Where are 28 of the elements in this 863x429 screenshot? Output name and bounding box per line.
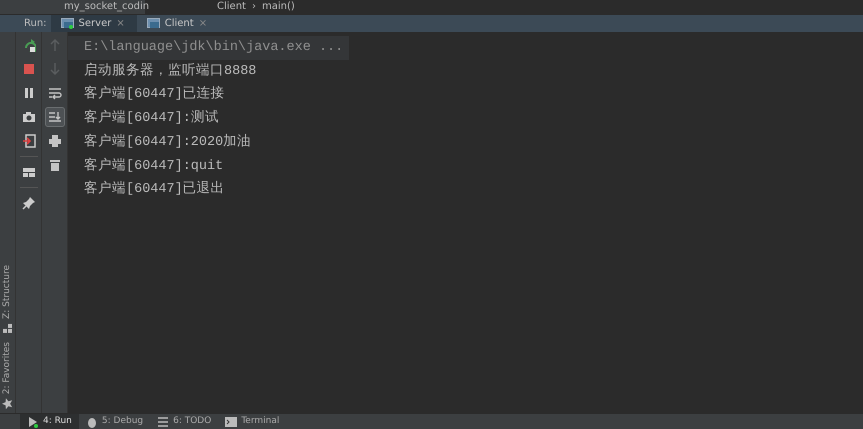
scroll-to-end-icon[interactable] [46,108,64,126]
tool-window-tab[interactable]: Terminal [218,414,286,429]
play-icon [27,416,39,428]
breadcrumb-item[interactable]: main() [262,2,295,12]
pin-icon[interactable] [20,194,38,212]
tool-window-tab[interactable]: 4: Run [20,414,79,429]
console-output-line: 客户端[60447]已退出 [84,182,225,198]
panel-label: Run: [23,17,48,31]
side-tab[interactable]: 2: Favorites [0,338,15,413]
console-output-line: 启动服务器，监听端口8888 [84,64,256,79]
star-icon [2,398,13,409]
console-icon [146,18,160,29]
tool-window-tab[interactable]: 6: TODO [150,414,218,429]
console-icon [60,18,74,29]
tool-window-tab[interactable]: 5: Debug [78,414,150,429]
close-icon[interactable]: × [198,16,208,31]
breadcrumb-separator: › [252,2,256,12]
console-output-line: 客户端[60447]:quit [84,158,224,174]
breadcrumb-item[interactable]: Client [217,2,246,12]
run-tab[interactable]: Server × [50,15,137,32]
side-tab[interactable]: Z: Structure [0,260,15,338]
console-output-line: 客户端[60447]:测试 [84,111,219,126]
console-output-line: 客户端[60447]已连接 [84,87,225,102]
list-icon [157,416,170,428]
run-tab[interactable]: Client × [136,15,220,32]
structure-icon [2,322,13,334]
console-output-line: 客户端[60447]:2020加油 [84,134,252,150]
close-icon[interactable]: × [116,16,125,31]
